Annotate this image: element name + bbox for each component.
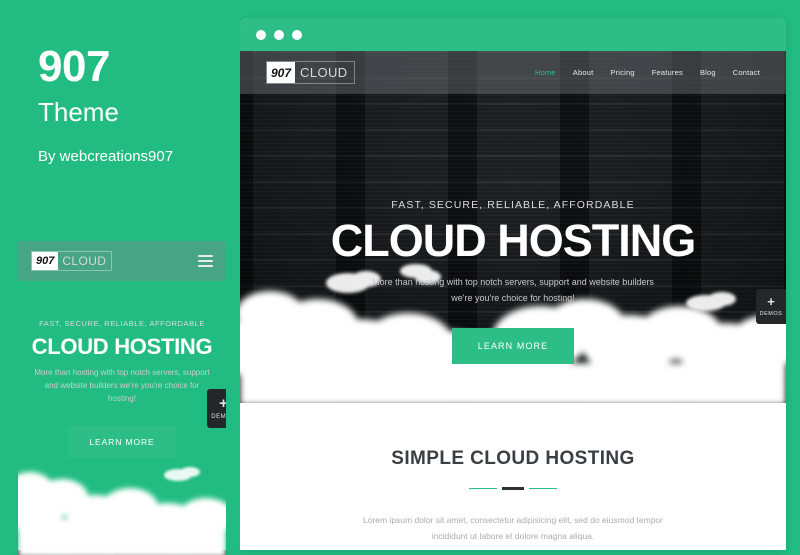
desktop-hero-text: FAST, SECURE, RELIABLE, AFFORDABLE CLOUD… xyxy=(240,199,786,365)
minimize-dot-icon[interactable] xyxy=(274,29,284,40)
demos-tab-label: DEMOS xyxy=(211,414,226,420)
simple-cloud-hosting-section: SIMPLE CLOUD HOSTING Lorem ipsum dolor s… xyxy=(240,403,786,545)
hero-title: CLOUD HOSTING xyxy=(31,334,213,359)
cloud-illustration xyxy=(18,445,226,555)
section-paragraph: Lorem ipsum dolor sit amet, consectetur … xyxy=(362,515,663,542)
desktop-titlebar xyxy=(240,18,786,51)
hero-subtitle: More than hosting with top notch servers… xyxy=(34,368,210,404)
theme-number: 907 xyxy=(38,42,110,91)
logo-number: 907 xyxy=(267,62,296,83)
theme-label: Theme xyxy=(38,97,119,127)
mobile-navbar: 907 CLOUD xyxy=(18,241,226,281)
demos-tab-label: DEMOS xyxy=(759,311,783,317)
close-dot-icon[interactable] xyxy=(256,29,266,40)
hero-kicker: FAST, SECURE, RELIABLE, AFFORDABLE xyxy=(39,319,205,328)
logo-word: CLOUD xyxy=(62,254,107,268)
plus-icon: + xyxy=(767,294,775,309)
desktop-hero: 907 CLOUD Home About Pricing Features Bl… xyxy=(240,51,786,403)
desktop-nav-links: Home About Pricing Features Blog Contact xyxy=(535,68,760,77)
hamburger-icon[interactable] xyxy=(198,255,213,267)
hero-learn-more-button[interactable]: LEARN MORE xyxy=(451,328,575,365)
site-logo[interactable]: 907 CLOUD xyxy=(31,251,113,271)
demos-tab-button[interactable]: + DEMOS xyxy=(756,289,786,324)
divider-center-box xyxy=(500,485,526,492)
nav-item-pricing[interactable]: Pricing xyxy=(610,68,634,77)
hero-title: CLOUD HOSTING xyxy=(330,215,697,266)
nav-item-home[interactable]: Home xyxy=(535,68,556,77)
hero-subtitle: More than hosting with top notch servers… xyxy=(372,276,654,303)
mobile-preview-window: 907 CLOUD FAST, SECURE, RELIABLE, AFFORD… xyxy=(18,210,226,555)
divider-line-right xyxy=(529,487,557,490)
logo-word: CLOUD xyxy=(300,65,348,80)
section-title: SIMPLE CLOUD HOSTING xyxy=(391,448,635,469)
section-divider xyxy=(240,485,786,492)
demos-tab-button[interactable]: + DEMOS xyxy=(207,389,226,428)
nav-item-contact[interactable]: Contact xyxy=(733,68,760,77)
nav-item-about[interactable]: About xyxy=(573,68,594,77)
hero-kicker: FAST, SECURE, RELIABLE, AFFORDABLE xyxy=(391,199,635,211)
maximize-dot-icon[interactable] xyxy=(292,29,302,40)
nav-item-blog[interactable]: Blog xyxy=(700,68,716,77)
divider-line-left xyxy=(469,487,497,490)
mobile-hero-text: FAST, SECURE, RELIABLE, AFFORDABLE CLOUD… xyxy=(18,319,226,458)
site-logo[interactable]: 907 CLOUD xyxy=(266,61,355,84)
logo-number: 907 xyxy=(32,252,59,270)
desktop-navbar: 907 CLOUD Home About Pricing Features Bl… xyxy=(240,51,786,94)
nav-item-features[interactable]: Features xyxy=(652,68,683,77)
theme-author: By webcreations907 xyxy=(38,148,174,165)
plus-icon: + xyxy=(219,395,226,412)
desktop-site-content: 907 CLOUD Home About Pricing Features Bl… xyxy=(240,51,786,550)
desktop-preview-window: 907 CLOUD Home About Pricing Features Bl… xyxy=(240,18,786,550)
brand-block: 907 Theme By webcreations907 xyxy=(38,42,238,166)
